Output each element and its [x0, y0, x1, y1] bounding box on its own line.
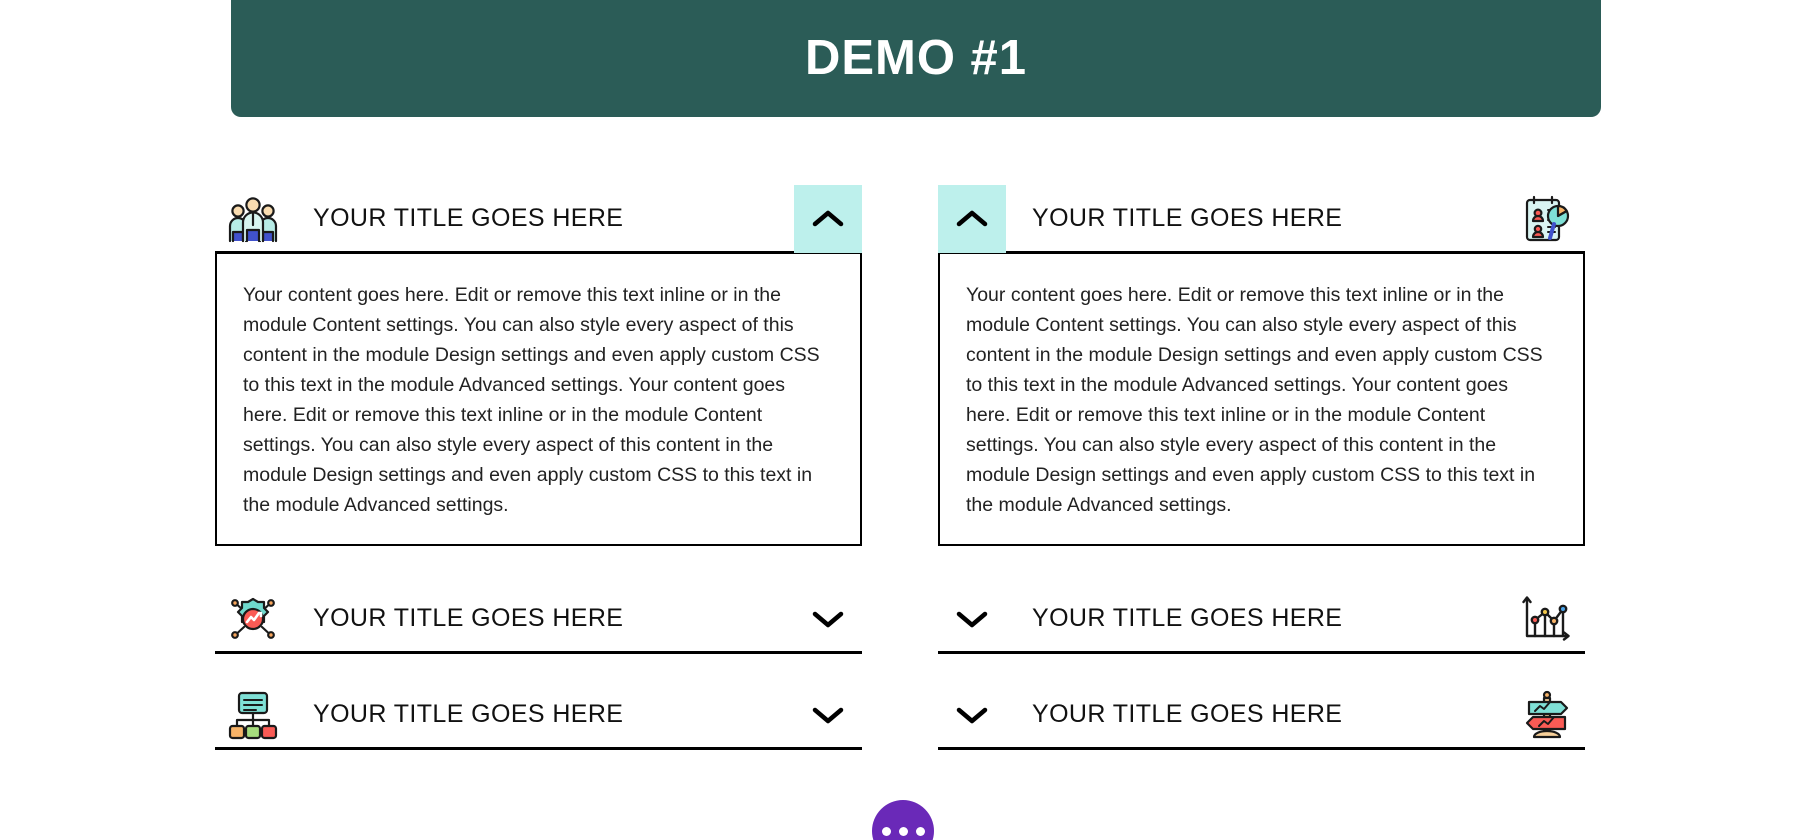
accordion-item: YOUR TITLE GOES HERE [938, 586, 1585, 654]
accordion-title: YOUR TITLE GOES HERE [1032, 700, 1343, 728]
team-people-icon [215, 185, 291, 253]
accordion-header[interactable]: YOUR TITLE GOES HERE [215, 586, 862, 654]
chevron-down-icon [812, 707, 844, 723]
chevron-down-icon [812, 611, 844, 627]
chevron-down-icon [956, 611, 988, 627]
accordion-body-text: Your content goes here. Edit or remove t… [243, 284, 820, 516]
accordion-header[interactable]: YOUR TITLE GOES HERE [938, 586, 1585, 654]
chevron-up-icon [956, 210, 988, 226]
accordion-toggle-button[interactable] [794, 184, 862, 253]
accordion-item: YOUR TITLE GOES HERE [215, 682, 862, 750]
accordion-panel: Your content goes here. Edit or remove t… [938, 254, 1585, 546]
accordion-title: YOUR TITLE GOES HERE [313, 604, 624, 632]
accordion-toggle-button[interactable] [938, 681, 1006, 749]
page-root: DEMO #1 YOUR TITLE GOES HERE Your conten… [0, 0, 1800, 840]
accordion-title: YOUR TITLE GOES HERE [313, 700, 624, 728]
accordion-title: YOUR TITLE GOES HERE [1032, 604, 1343, 632]
page-title: DEMO #1 [804, 31, 1028, 85]
accordion-header[interactable]: YOUR TITLE GOES HERE [215, 682, 862, 750]
accordion-toggle-button[interactable] [794, 585, 862, 653]
accordion-toggle-button[interactable] [794, 681, 862, 749]
accordion-columns: YOUR TITLE GOES HERE Your content goes h… [0, 184, 1800, 750]
chat-dot [915, 826, 925, 836]
accordion-column-right: YOUR TITLE GOES HERE Your content goes h… [938, 184, 1585, 750]
candidate-report-icon [1509, 185, 1585, 253]
accordion-header[interactable]: YOUR TITLE GOES HERE [215, 184, 862, 254]
accordion-item: YOUR TITLE GOES HERE [215, 586, 862, 654]
gear-growth-icon [215, 585, 291, 653]
chat-dot [898, 826, 908, 836]
accordion-item: YOUR TITLE GOES HERE [938, 184, 1585, 556]
chevron-down-icon [956, 707, 988, 723]
accordion-toggle-button[interactable] [938, 585, 1006, 653]
accordion-title: YOUR TITLE GOES HERE [313, 204, 624, 232]
accordion-header[interactable]: YOUR TITLE GOES HERE [938, 184, 1585, 254]
accordion-toggle-button[interactable] [938, 184, 1006, 253]
accordion-body-text: Your content goes here. Edit or remove t… [966, 284, 1543, 516]
signpost-icon [1509, 681, 1585, 749]
line-chart-icon [1509, 585, 1585, 653]
header-banner: DEMO #1 [231, 0, 1601, 117]
accordion-item: YOUR TITLE GOES HERE Your content goes h… [215, 184, 862, 556]
accordion-title: YOUR TITLE GOES HERE [1032, 204, 1343, 232]
chat-dots-icon[interactable] [872, 800, 934, 840]
accordion-header[interactable]: YOUR TITLE GOES HERE [938, 682, 1585, 750]
org-chart-icon [215, 681, 291, 749]
chat-dot [881, 826, 891, 836]
accordion-panel: Your content goes here. Edit or remove t… [215, 254, 862, 546]
chevron-up-icon [812, 210, 844, 226]
accordion-item: YOUR TITLE GOES HERE [938, 682, 1585, 750]
accordion-column-left: YOUR TITLE GOES HERE Your content goes h… [215, 184, 862, 750]
